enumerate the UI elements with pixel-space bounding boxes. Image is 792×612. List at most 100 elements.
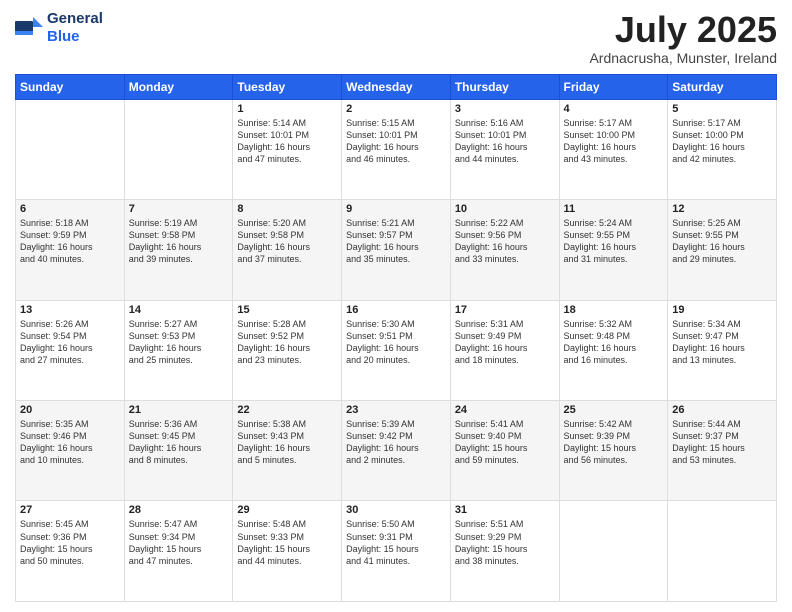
- day-number: 18: [564, 304, 664, 316]
- calendar-cell: 17 Sunrise: 5:31 AM Sunset: 9:49 PM Dayli…: [450, 300, 559, 400]
- calendar-week-row: 1 Sunrise: 5:14 AM Sunset: 10:01 PM Dayli…: [16, 99, 777, 199]
- calendar-cell: 10Sunrise: 5:22 AM Sunset: 9:56 PM Dayli…: [450, 200, 559, 300]
- day-info: Sunrise: 5:41 AM Sunset: 9:40 PM Dayligh…: [455, 418, 555, 467]
- day-number: 2: [346, 103, 446, 115]
- calendar-cell: 13 Sunrise: 5:26 AM Sunset: 9:54 PM Dayli…: [16, 300, 125, 400]
- calendar-cell: [668, 501, 777, 602]
- calendar-cell: 20Sunrise: 5:35 AM Sunset: 9:46 PM Dayli…: [16, 401, 125, 501]
- day-number: 3: [455, 103, 555, 115]
- calendar-cell: 29 Sunrise: 5:48 AM Sunset: 9:33 PM Dayli…: [233, 501, 342, 602]
- day-number: 5: [672, 103, 772, 115]
- day-info: Sunrise: 5:20 AM Sunset: 9:58 PM Dayligh…: [237, 217, 337, 266]
- calendar-table: SundayMondayTuesdayWednesdayThursdayFrid…: [15, 74, 777, 602]
- calendar-cell: 22 Sunrise: 5:38 AM Sunset: 9:43 PM Dayli…: [233, 401, 342, 501]
- month-year-title: July 2025: [589, 10, 777, 50]
- calendar-cell: 30 Sunrise: 5:50 AM Sunset: 9:31 PM Dayli…: [342, 501, 451, 602]
- calendar-week-row: 6 Sunrise: 5:18 AM Sunset: 9:59 PM Daylig…: [16, 200, 777, 300]
- calendar-week-row: 27Sunrise: 5:45 AM Sunset: 9:36 PM Dayli…: [16, 501, 777, 602]
- calendar-cell: 2Sunrise: 5:15 AM Sunset: 10:01 PM Dayli…: [342, 99, 451, 199]
- calendar-cell: 31Sunrise: 5:51 AM Sunset: 9:29 PM Dayli…: [450, 501, 559, 602]
- calendar-cell: [559, 501, 668, 602]
- day-number: 13: [20, 304, 120, 316]
- day-info: Sunrise: 5:36 AM Sunset: 9:45 PM Dayligh…: [129, 418, 229, 467]
- day-number: 11: [564, 203, 664, 215]
- day-number: 22: [237, 404, 337, 416]
- weekday-header-sunday: Sunday: [16, 74, 125, 99]
- day-info: Sunrise: 5:31 AM Sunset: 9:49 PM Dayligh…: [455, 318, 555, 367]
- calendar-cell: 11 Sunrise: 5:24 AM Sunset: 9:55 PM Dayli…: [559, 200, 668, 300]
- day-number: 25: [564, 404, 664, 416]
- day-number: 19: [672, 304, 772, 316]
- day-number: 24: [455, 404, 555, 416]
- calendar-cell: 14 Sunrise: 5:27 AM Sunset: 9:53 PM Dayli…: [124, 300, 233, 400]
- day-info: Sunrise: 5:17 AM Sunset: 10:00 PM Daylig…: [564, 117, 664, 166]
- day-number: 23: [346, 404, 446, 416]
- day-info: Sunrise: 5:17 AM Sunset: 10:00 PM Daylig…: [672, 117, 772, 166]
- weekday-header-monday: Monday: [124, 74, 233, 99]
- calendar-cell: 1 Sunrise: 5:14 AM Sunset: 10:01 PM Dayli…: [233, 99, 342, 199]
- logo-text: General Blue: [47, 10, 103, 46]
- logo-blue: Blue: [47, 28, 80, 45]
- logo: General Blue: [15, 10, 103, 46]
- calendar-cell: 15 Sunrise: 5:28 AM Sunset: 9:52 PM Dayli…: [233, 300, 342, 400]
- calendar-cell: 6 Sunrise: 5:18 AM Sunset: 9:59 PM Daylig…: [16, 200, 125, 300]
- weekday-header-wednesday: Wednesday: [342, 74, 451, 99]
- day-number: 4: [564, 103, 664, 115]
- calendar-cell: 27Sunrise: 5:45 AM Sunset: 9:36 PM Dayli…: [16, 501, 125, 602]
- location-subtitle: Ardnacrusha, Munster, Ireland: [589, 50, 777, 66]
- weekday-header-friday: Friday: [559, 74, 668, 99]
- day-info: Sunrise: 5:27 AM Sunset: 9:53 PM Dayligh…: [129, 318, 229, 367]
- calendar-cell: 26 Sunrise: 5:44 AM Sunset: 9:37 PM Dayli…: [668, 401, 777, 501]
- day-info: Sunrise: 5:18 AM Sunset: 9:59 PM Dayligh…: [20, 217, 120, 266]
- day-info: Sunrise: 5:28 AM Sunset: 9:52 PM Dayligh…: [237, 318, 337, 367]
- day-info: Sunrise: 5:44 AM Sunset: 9:37 PM Dayligh…: [672, 418, 772, 467]
- logo-icon: [15, 17, 43, 39]
- calendar-week-row: 13 Sunrise: 5:26 AM Sunset: 9:54 PM Dayli…: [16, 300, 777, 400]
- day-number: 17: [455, 304, 555, 316]
- calendar-cell: [124, 99, 233, 199]
- calendar-cell: 19Sunrise: 5:34 AM Sunset: 9:47 PM Dayli…: [668, 300, 777, 400]
- day-info: Sunrise: 5:26 AM Sunset: 9:54 PM Dayligh…: [20, 318, 120, 367]
- title-section: July 2025 Ardnacrusha, Munster, Ireland: [589, 10, 777, 66]
- calendar-cell: 7Sunrise: 5:19 AM Sunset: 9:58 PM Daylig…: [124, 200, 233, 300]
- day-number: 1: [237, 103, 337, 115]
- day-number: 14: [129, 304, 229, 316]
- day-number: 9: [346, 203, 446, 215]
- day-info: Sunrise: 5:47 AM Sunset: 9:34 PM Dayligh…: [129, 518, 229, 567]
- day-info: Sunrise: 5:14 AM Sunset: 10:01 PM Daylig…: [237, 117, 337, 166]
- day-number: 10: [455, 203, 555, 215]
- day-number: 15: [237, 304, 337, 316]
- day-number: 6: [20, 203, 120, 215]
- day-info: Sunrise: 5:24 AM Sunset: 9:55 PM Dayligh…: [564, 217, 664, 266]
- calendar-cell: 5 Sunrise: 5:17 AM Sunset: 10:00 PM Dayli…: [668, 99, 777, 199]
- page-header: General Blue July 2025 Ardnacrusha, Muns…: [15, 10, 777, 66]
- day-number: 16: [346, 304, 446, 316]
- day-number: 12: [672, 203, 772, 215]
- day-number: 8: [237, 203, 337, 215]
- day-info: Sunrise: 5:38 AM Sunset: 9:43 PM Dayligh…: [237, 418, 337, 467]
- calendar-cell: 4 Sunrise: 5:17 AM Sunset: 10:00 PM Dayli…: [559, 99, 668, 199]
- day-info: Sunrise: 5:32 AM Sunset: 9:48 PM Dayligh…: [564, 318, 664, 367]
- day-info: Sunrise: 5:50 AM Sunset: 9:31 PM Dayligh…: [346, 518, 446, 567]
- calendar-cell: 24 Sunrise: 5:41 AM Sunset: 9:40 PM Dayli…: [450, 401, 559, 501]
- day-number: 28: [129, 504, 229, 516]
- calendar-page: General Blue July 2025 Ardnacrusha, Muns…: [0, 0, 792, 612]
- day-info: Sunrise: 5:51 AM Sunset: 9:29 PM Dayligh…: [455, 518, 555, 567]
- day-info: Sunrise: 5:42 AM Sunset: 9:39 PM Dayligh…: [564, 418, 664, 467]
- calendar-cell: 25 Sunrise: 5:42 AM Sunset: 9:39 PM Dayli…: [559, 401, 668, 501]
- calendar-cell: 9Sunrise: 5:21 AM Sunset: 9:57 PM Daylig…: [342, 200, 451, 300]
- day-info: Sunrise: 5:48 AM Sunset: 9:33 PM Dayligh…: [237, 518, 337, 567]
- calendar-cell: 16Sunrise: 5:30 AM Sunset: 9:51 PM Dayli…: [342, 300, 451, 400]
- weekday-header-saturday: Saturday: [668, 74, 777, 99]
- calendar-cell: [16, 99, 125, 199]
- weekday-header-thursday: Thursday: [450, 74, 559, 99]
- day-number: 20: [20, 404, 120, 416]
- day-number: 26: [672, 404, 772, 416]
- day-info: Sunrise: 5:25 AM Sunset: 9:55 PM Dayligh…: [672, 217, 772, 266]
- day-number: 30: [346, 504, 446, 516]
- calendar-week-row: 20Sunrise: 5:35 AM Sunset: 9:46 PM Dayli…: [16, 401, 777, 501]
- day-number: 29: [237, 504, 337, 516]
- logo-general: General: [47, 10, 103, 27]
- day-info: Sunrise: 5:16 AM Sunset: 10:01 PM Daylig…: [455, 117, 555, 166]
- day-info: Sunrise: 5:19 AM Sunset: 9:58 PM Dayligh…: [129, 217, 229, 266]
